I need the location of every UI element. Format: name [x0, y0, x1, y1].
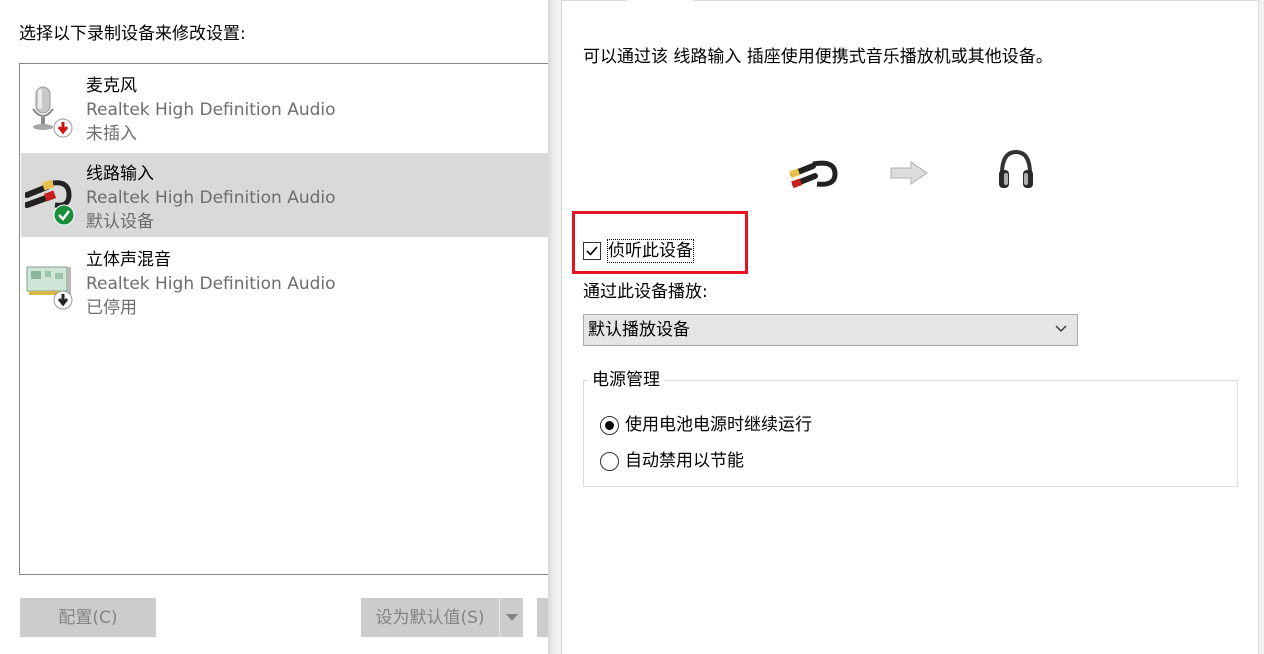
set-default-dropdown-button[interactable]	[499, 598, 523, 637]
recording-devices-panel: 选择以下录制设备来修改设置: 麦克风 Realtek High Definiti…	[0, 0, 559, 654]
description-text: 可以通过该 线路输入 插座使用便携式音乐播放机或其他设备。	[583, 47, 1053, 67]
device-status: 默认设备	[86, 212, 154, 232]
radio-label[interactable]: 使用电池电源时继续运行	[625, 414, 812, 436]
device-driver: Realtek High Definition Audio	[86, 188, 336, 208]
device-row-microphone[interactable]: 麦克风 Realtek High Definition Audio 未插入	[21, 65, 558, 149]
radio-continue-on-battery[interactable]	[600, 416, 619, 435]
device-row-line-in[interactable]: 线路输入 Realtek High Definition Audio 默认设备	[21, 153, 558, 237]
arrow-right-icon	[889, 160, 929, 186]
power-management-title: 电源管理	[588, 369, 664, 391]
dialog-shadow	[548, 0, 561, 654]
default-checkmark-badge-icon	[53, 204, 75, 226]
playback-device-select[interactable]: 默认播放设备	[583, 314, 1078, 346]
device-row-stereo-mix[interactable]: 立体声混音 Realtek High Definition Audio 已停用	[21, 239, 558, 323]
listen-checkbox[interactable]	[583, 242, 601, 260]
device-name: 立体声混音	[86, 250, 171, 270]
listen-checkbox-label[interactable]: 侦听此设备	[607, 239, 694, 263]
checkmark-icon	[586, 246, 598, 256]
instruction-text: 选择以下录制设备来修改设置:	[19, 24, 246, 44]
active-tab-gap	[627, 0, 693, 2]
set-default-button[interactable]: 设为默认值(S)	[361, 598, 499, 637]
playback-device-value: 默认播放设备	[588, 320, 690, 340]
device-driver: Realtek High Definition Audio	[86, 274, 336, 294]
window-edge	[1259, 0, 1264, 654]
device-name: 线路输入	[86, 164, 154, 184]
configure-button[interactable]: 配置(C)	[20, 598, 156, 637]
chevron-down-icon	[1055, 325, 1067, 332]
chevron-down-icon	[506, 614, 518, 621]
device-name: 麦克风	[86, 76, 137, 96]
device-status: 已停用	[86, 298, 137, 318]
radio-auto-disable[interactable]	[600, 452, 619, 471]
disabled-badge-icon	[53, 290, 73, 310]
device-driver: Realtek High Definition Audio	[86, 100, 336, 120]
device-status: 未插入	[86, 124, 137, 144]
device-list[interactable]: 麦克风 Realtek High Definition Audio 未插入 线路…	[19, 63, 559, 575]
radio-label[interactable]: 自动禁用以节能	[625, 450, 744, 472]
headphones-icon	[996, 148, 1036, 192]
properties-button-partial[interactable]	[537, 598, 548, 637]
playback-through-label: 通过此设备播放:	[583, 282, 708, 302]
line-in-plug-icon	[789, 152, 841, 194]
unplugged-badge-icon	[53, 118, 73, 138]
